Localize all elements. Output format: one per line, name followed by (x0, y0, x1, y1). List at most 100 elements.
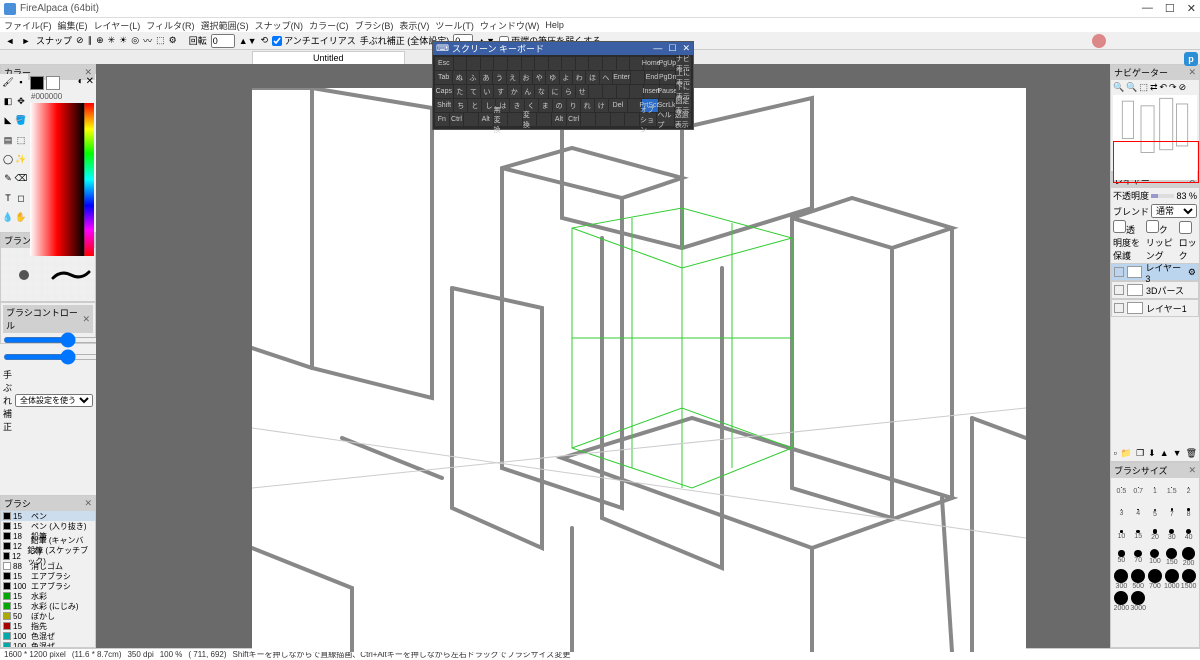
dup-layer-icon[interactable]: ❐ (1136, 448, 1144, 459)
brush-size-cell[interactable]: 7 (1163, 502, 1180, 524)
menu-edit[interactable]: 編集(E) (58, 19, 88, 32)
reset-rot-icon[interactable]: ⊘ (1179, 82, 1187, 93)
lasso-tool[interactable]: ◯ (2, 154, 14, 166)
snap-3d-icon[interactable]: ⬚ (156, 35, 165, 46)
osk-key[interactable] (589, 85, 602, 98)
osk-key[interactable] (562, 57, 575, 70)
brush-size-cell[interactable]: 1 (1147, 480, 1164, 502)
maximize-button[interactable]: ☐ (1165, 2, 1175, 15)
brush-control-close-icon[interactable]: ✕ (82, 314, 90, 325)
menu-color[interactable]: カラー(C) (309, 19, 349, 32)
brush-size-cell[interactable]: 100 (1147, 546, 1164, 568)
brush-size-cell[interactable]: 500 (1130, 568, 1147, 590)
osk-key[interactable]: Home (644, 57, 659, 70)
osk-key[interactable]: Pause (660, 85, 675, 98)
brush-size-cell[interactable]: 0.7 (1130, 480, 1147, 502)
pen-select-tool[interactable]: ✎ (2, 173, 14, 185)
snap-circle-icon[interactable]: ◎ (131, 35, 139, 46)
osk-key[interactable]: ら (562, 85, 575, 98)
snap-off-icon[interactable]: ⊘ (76, 35, 84, 46)
osk-key[interactable] (625, 113, 639, 126)
up-layer-icon[interactable]: ▲ (1160, 448, 1169, 459)
snap-parallel-icon[interactable]: ∥ (88, 35, 93, 46)
osk-key[interactable]: お (520, 71, 532, 84)
document-tab[interactable]: Untitled (252, 51, 405, 64)
hand-tool[interactable]: ✋ (15, 212, 27, 224)
brush-size-cell[interactable]: 10 (1113, 524, 1130, 546)
menu-help[interactable]: Help (545, 20, 564, 30)
osk-key[interactable]: 変換 (523, 113, 537, 126)
osk-key[interactable] (631, 71, 643, 84)
blend-select[interactable]: 通常 (1151, 204, 1197, 218)
menu-snap[interactable]: スナップ(N) (255, 19, 304, 32)
osk-key[interactable]: 透過表示 (675, 113, 691, 126)
bg-swatch[interactable] (46, 76, 60, 90)
canvas-viewport[interactable] (96, 64, 1110, 648)
brush-size-cell[interactable]: 1000 (1163, 568, 1180, 590)
snap-radial-icon[interactable]: ☀ (119, 35, 127, 46)
osk-key[interactable]: や (533, 71, 545, 84)
osk-key[interactable] (603, 85, 616, 98)
osk-key[interactable] (576, 57, 589, 70)
wand-tool[interactable]: ✨ (15, 154, 27, 166)
shape-tool[interactable]: ◻ (15, 192, 27, 204)
fg-swatch[interactable] (30, 76, 44, 90)
osk-key[interactable] (603, 57, 616, 70)
brush-size-cell[interactable]: 300 (1113, 568, 1130, 590)
rotate-reset-icon[interactable]: ⟲ (261, 35, 269, 46)
brush-item[interactable]: 15ペン (入り抜き) (1, 521, 95, 531)
osk-key[interactable]: き (510, 99, 523, 112)
gradient-tool[interactable]: ▤ (2, 134, 14, 146)
brush-size-cell[interactable]: 5 (1147, 502, 1164, 524)
brush-size-cell[interactable]: 2 (1180, 480, 1197, 502)
undo-button[interactable]: ◄ (4, 35, 16, 47)
menu-file[interactable]: ファイル(F) (4, 19, 52, 32)
select-tool[interactable]: ⬚ (15, 134, 27, 146)
osk-key[interactable]: Alt (552, 113, 566, 126)
brush-size-cell[interactable]: 40 (1180, 524, 1197, 546)
layer-item[interactable]: 3Dパース (1111, 281, 1199, 299)
osk-key[interactable]: ゆ (546, 71, 558, 84)
osk-key[interactable] (454, 57, 467, 70)
menu-brush[interactable]: ブラシ(B) (355, 19, 394, 32)
opacity-slider[interactable] (1151, 194, 1174, 198)
osk-key[interactable]: ふ (467, 71, 479, 84)
redo-button[interactable]: ► (20, 35, 32, 47)
brush-item[interactable]: 100色混ぜ (1, 641, 95, 647)
aa-checkbox[interactable]: アンチエイリアス (272, 34, 356, 47)
osk-key[interactable]: ち (454, 99, 467, 112)
close-button[interactable]: ✕ (1187, 2, 1196, 15)
menu-view[interactable]: 表示(V) (399, 19, 429, 32)
bucket-tool[interactable]: 🪣 (15, 115, 27, 127)
layer-item[interactable]: レイヤー3⚙ (1111, 263, 1199, 281)
lock-checkbox[interactable]: ロック (1179, 221, 1197, 262)
eyedrop-tool[interactable]: 💧 (2, 212, 14, 224)
brush-item[interactable]: 15水彩 (1, 591, 95, 601)
osk-key[interactable]: れ (581, 99, 594, 112)
osk-key[interactable] (611, 113, 625, 126)
move-tool[interactable]: ✥ (15, 95, 27, 107)
brush-size-close-icon[interactable]: ✕ (1188, 465, 1196, 476)
brush-item[interactable]: 15エアブラシ (1, 571, 95, 581)
rotate-right-icon[interactable]: ↷ (1169, 82, 1177, 93)
rotate-left-icon[interactable]: ↶ (1160, 82, 1168, 93)
zoom-in-icon[interactable]: 🔍 (1113, 82, 1124, 93)
visibility-icon[interactable] (1114, 267, 1124, 277)
navigator-preview[interactable] (1113, 95, 1197, 180)
brush-size-cell[interactable]: 3 (1113, 502, 1130, 524)
menu-window[interactable]: ウィンドウ(W) (480, 19, 540, 32)
brush-item[interactable]: 15指先 (1, 621, 95, 631)
brush-item[interactable]: 12鉛筆 (スケッチブック) (1, 551, 95, 561)
user-avatar[interactable] (1092, 34, 1106, 48)
brush-size-cell[interactable]: 1.5 (1163, 480, 1180, 502)
brush-size-cell[interactable]: 2000 (1113, 590, 1130, 612)
osk-key[interactable]: Enter (613, 71, 630, 84)
erase-select-tool[interactable]: ⌫ (15, 173, 27, 185)
menu-layer[interactable]: レイヤー(L) (94, 19, 141, 32)
snap-config-icon[interactable]: ⚙ (169, 35, 177, 46)
osk-key[interactable]: オプション (640, 113, 656, 126)
osk-key[interactable]: ま (539, 99, 552, 112)
add-layer-icon[interactable]: ▫ (1114, 448, 1117, 459)
osk-key[interactable]: と (468, 99, 481, 112)
down-layer-icon[interactable]: ▼ (1173, 448, 1182, 459)
